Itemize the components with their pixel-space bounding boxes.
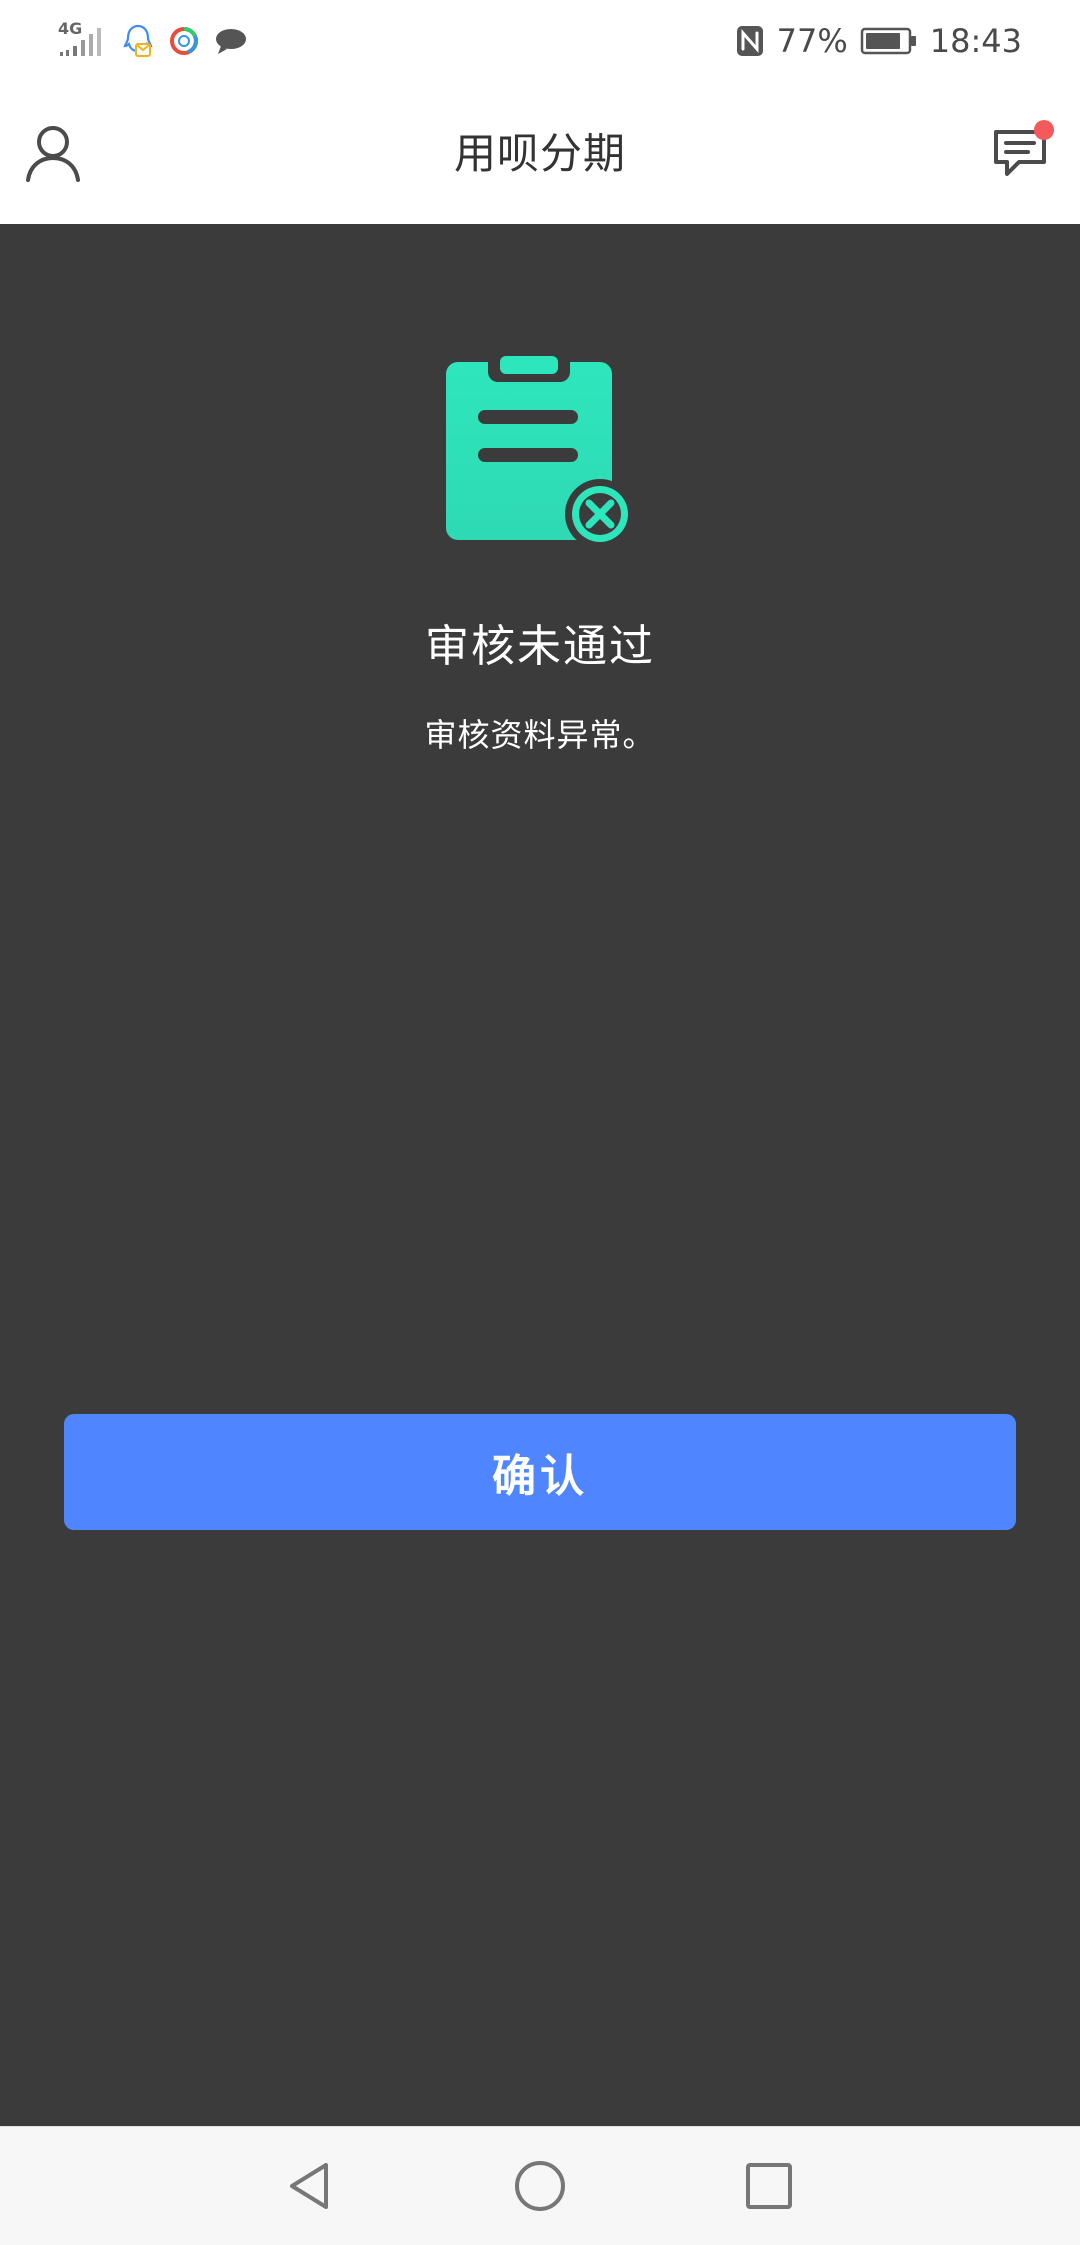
qq-icon [123,24,153,57]
chat-bubble-icon [216,29,246,54]
status-right-icons: 77% 18:43 [735,18,1022,64]
back-triangle-icon [290,2163,328,2209]
result-title: 审核未通过 [425,621,655,672]
clipboard-reject-icon [446,350,634,549]
network-signal: 4G [58,19,108,59]
unread-dot [1034,120,1054,140]
home-circle-icon [515,2161,565,2211]
nfc-icon [736,26,763,56]
battery-percent: 77% [776,22,848,60]
status-bar: 4G 77% 18:43 [0,0,1080,82]
signal-icon [60,28,101,56]
browser-icon [170,26,198,55]
status-left-icons: 4G [58,18,248,64]
nav-recent-button[interactable] [738,2155,800,2217]
nav-home-button[interactable] [509,2155,571,2217]
result-description: 审核资料异常。 [424,716,656,754]
review-result-content: 审核未通过 审核资料异常。 确认 [0,224,1080,2126]
page-title: 用呗分期 [453,129,626,178]
message-button[interactable] [990,120,1056,186]
nav-back-button[interactable] [278,2155,340,2217]
app-header: 用呗分期 [0,82,1080,225]
system-navigation-bar [0,2126,1080,2245]
time: 18:43 [929,22,1022,60]
recent-square-icon [746,2163,792,2209]
confirm-button[interactable]: 确认 [64,1414,1016,1530]
battery-icon [860,27,916,55]
